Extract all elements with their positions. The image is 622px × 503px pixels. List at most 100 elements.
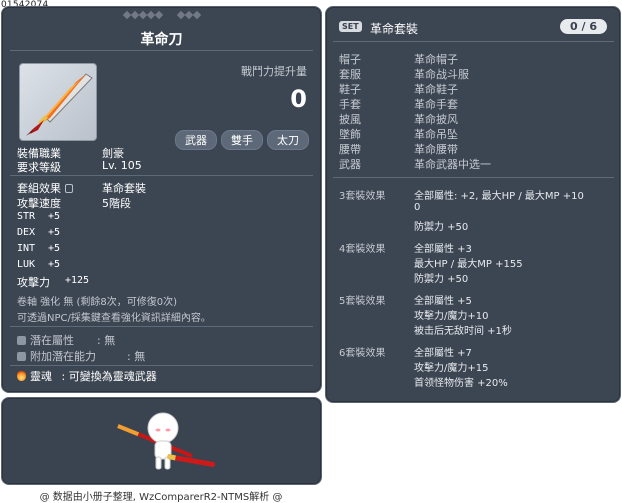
set-bonus-line: 被击后无敌时间 +1秒 xyxy=(414,326,512,337)
attack-speed-label: 攻擊速度 xyxy=(17,197,61,210)
set-bonus-4-head: 4套裝效果 xyxy=(339,244,386,255)
bonus-potential-label: 附加潛在能力 xyxy=(30,350,96,363)
set-bonus-3-head: 3套裝效果 xyxy=(339,191,386,202)
character-icon xyxy=(110,402,220,485)
set-part-slot: 手套 xyxy=(339,98,361,111)
star-icon xyxy=(122,10,131,20)
divider xyxy=(333,41,614,42)
set-part-row: 腰帶 革命腰带 xyxy=(339,141,458,157)
soul-label: 靈魂 xyxy=(30,370,52,383)
set-bonus-line: 全部屬性 +3 xyxy=(414,244,472,255)
potential-row: 潛在屬性 : 無 xyxy=(17,332,115,348)
set-badge: SET xyxy=(339,21,362,32)
stat-name: INT xyxy=(17,243,36,254)
credits-footer: @ 数据由小册子整理, WzComparerR2-NTMS解析 @ xyxy=(39,492,283,503)
box-icon xyxy=(17,336,26,345)
tag-weapon: 武器 xyxy=(175,130,217,150)
flame-icon xyxy=(17,370,26,381)
set-part-row: 帽子 革命帽子 xyxy=(339,51,458,67)
stat-value: +5 xyxy=(48,259,61,270)
set-bonus-line: 最大HP / 最大MP +155 xyxy=(414,259,523,270)
set-name: 革命套裝 xyxy=(370,22,419,36)
star-icon xyxy=(176,10,185,20)
set-part-slot: 武器 xyxy=(339,158,361,171)
box-icon xyxy=(17,352,26,361)
set-bonus-line: 0 xyxy=(414,202,421,213)
stat-name: STR xyxy=(17,211,36,222)
katana-icon xyxy=(19,63,97,141)
soul-value: : 可變換為靈魂武器 xyxy=(61,370,157,383)
required-level-value: Lv. 105 xyxy=(102,159,142,172)
set-part-row: 墜飾 革命吊坠 xyxy=(339,126,458,142)
lock-icon xyxy=(65,184,73,193)
tag-katana: 太刀 xyxy=(267,130,309,150)
set-bonus-line: 全部屬性: +2, 最大HP / 最大MP +10 xyxy=(414,191,584,202)
divider xyxy=(10,326,313,327)
required-level-row: 要求等級 Lv. 105 xyxy=(17,159,142,175)
set-part-name: 革命披风 xyxy=(414,113,458,126)
set-part-slot: 帽子 xyxy=(339,53,361,66)
set-part-name: 革命手套 xyxy=(414,98,458,111)
stat-row-dex: DEX +5 xyxy=(17,227,60,238)
set-bonus-line: 攻擊力/魔力+10 xyxy=(414,311,489,322)
scroll-upgrade-line: 卷軸 強化 無 (剩餘8次，可修復0次) xyxy=(17,297,178,308)
divider xyxy=(10,365,313,366)
set-effect-value: 革命套裝 xyxy=(102,182,146,195)
set-bonus-6-head: 6套裝效果 xyxy=(339,348,386,359)
set-part-slot: 披風 xyxy=(339,113,361,126)
attack-row: 攻擊力 +125 xyxy=(17,274,89,290)
set-bonus-line: 防禦力 +50 xyxy=(414,222,469,233)
set-bonus-line: 攻擊力/魔力+15 xyxy=(414,363,489,374)
bonus-potential-row: 附加潛在能力 : 無 xyxy=(17,348,145,364)
set-bonus-line: 防禦力 +50 xyxy=(414,274,469,285)
attack-value: +125 xyxy=(65,275,90,286)
star-icon xyxy=(154,10,163,20)
set-bonus-line: 首领怪物伤害 +20% xyxy=(414,378,508,389)
star-icon xyxy=(146,10,155,20)
avatar-preview-panel xyxy=(1,397,322,485)
set-part-row: 武器 革命武器中选一 xyxy=(339,156,491,172)
set-part-slot: 套服 xyxy=(339,68,361,81)
divider xyxy=(333,177,614,178)
item-tooltip: 革命刀 戰鬥力提升量 0 武器 雙手 太刀 裝備職業 劍豪 要求等級 Lv. 1… xyxy=(1,6,322,393)
potential-value: : 無 xyxy=(97,334,116,347)
required-level-label: 要求等級 xyxy=(17,161,61,174)
set-bonus-5-head: 5套裝效果 xyxy=(339,296,386,307)
set-part-row: 套服 革命战斗服 xyxy=(339,66,469,82)
combat-power-value: 0 xyxy=(290,85,307,113)
star-icon xyxy=(138,10,147,20)
tag-two-handed: 雙手 xyxy=(221,130,263,150)
set-part-name: 革命腰带 xyxy=(414,143,458,156)
stat-value: +5 xyxy=(48,211,61,222)
potential-label: 潛在屬性 xyxy=(30,334,74,347)
item-tags: 武器 雙手 太刀 xyxy=(175,130,309,150)
soul-row: 靈魂 : 可變換為靈魂武器 xyxy=(17,368,157,384)
set-effect-label: 套組效果 xyxy=(17,182,61,195)
set-part-name: 革命帽子 xyxy=(414,53,458,66)
stat-row-int: INT +5 xyxy=(17,243,60,254)
combat-power-label: 戰鬥力提升量 xyxy=(241,65,307,78)
set-part-slot: 墜飾 xyxy=(339,128,361,141)
bonus-potential-value: : 無 xyxy=(127,350,146,363)
attack-label: 攻擊力 xyxy=(17,276,50,289)
star-force-indicator xyxy=(2,10,321,20)
set-part-name: 革命武器中选一 xyxy=(414,158,491,171)
stat-name: LUK xyxy=(17,259,36,270)
set-part-slot: 鞋子 xyxy=(339,83,361,96)
item-title: 革命刀 xyxy=(140,32,183,48)
stat-value: +5 xyxy=(48,227,61,238)
star-icon xyxy=(192,10,201,20)
divider xyxy=(10,50,313,51)
attack-speed-value: 5階段 xyxy=(102,197,131,210)
divider xyxy=(10,175,313,176)
attack-speed-row: 攻擊速度 5階段 xyxy=(17,195,131,211)
set-effect-panel: SET 革命套裝 0 / 6 帽子 革命帽子 套服 革命战斗服 鞋子 革命鞋子 手套革… xyxy=(325,6,621,403)
set-bonus-line: 全部屬性 +5 xyxy=(414,296,472,307)
stat-value: +5 xyxy=(48,243,61,254)
npc-info-line: 可透過NPC/採集鍵查看強化資訊詳細內容。 xyxy=(17,313,211,324)
stat-row-str: STR +5 xyxy=(17,211,60,222)
set-part-slot: 腰帶 xyxy=(339,143,361,156)
set-part-row: 手套 革命手套 xyxy=(339,96,458,112)
set-part-row: 披風 革命披风 xyxy=(339,111,458,127)
star-icon xyxy=(130,10,139,20)
